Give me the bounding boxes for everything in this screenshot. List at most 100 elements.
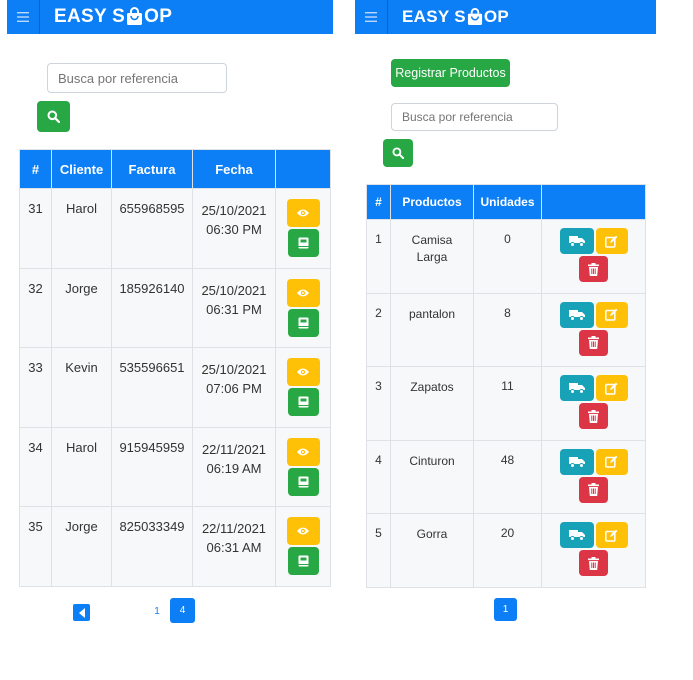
search-icon: [47, 110, 60, 123]
cell-actions: [275, 506, 331, 587]
col-header-id: #: [366, 184, 391, 220]
fecha-time: 06:31 AM: [206, 540, 262, 555]
invoice-button[interactable]: [287, 229, 319, 257]
delete-button[interactable]: [579, 476, 608, 503]
edit-icon: [605, 235, 618, 248]
col-header-id: #: [19, 149, 52, 189]
edit-button[interactable]: [595, 375, 628, 401]
delivery-button[interactable]: [559, 448, 594, 475]
menu-toggle[interactable]: [7, 0, 40, 34]
cell-factura: 915945959: [111, 426, 193, 507]
page-1-button[interactable]: 1: [494, 598, 517, 621]
invoices-table: # Cliente Factura Fecha 31 Harol 655968595…: [19, 149, 331, 587]
search-button[interactable]: [383, 139, 413, 167]
cell-id: 2: [366, 292, 391, 367]
cell-id: 32: [19, 267, 52, 348]
view-button[interactable]: [286, 358, 320, 386]
invoice-button[interactable]: [287, 467, 319, 496]
navbar: EASY S OP: [7, 0, 333, 34]
edit-icon: [605, 529, 618, 542]
invoice-button[interactable]: [287, 308, 319, 337]
cell-id: 5: [366, 513, 391, 588]
table-row: 4 Cinturon 48: [366, 439, 646, 514]
truck-icon: [568, 383, 585, 394]
delete-button[interactable]: [579, 403, 608, 429]
edit-button[interactable]: [595, 301, 628, 328]
view-button[interactable]: [286, 437, 320, 466]
cell-producto: Cinturon: [390, 439, 474, 514]
action-row-bottom: [543, 329, 644, 356]
cell-cliente: Jorge: [51, 506, 112, 587]
fecha-date: 25/10/2021: [201, 282, 267, 298]
edit-button[interactable]: [595, 228, 628, 254]
search-button[interactable]: [37, 101, 70, 132]
cell-fecha: 25/10/2021 06:30 PM: [192, 188, 276, 269]
delivery-button[interactable]: [559, 522, 594, 548]
trash-icon: [588, 483, 599, 496]
action-row-bottom: [543, 256, 644, 282]
trash-icon: [588, 262, 599, 276]
table-row: 31 Harol 655968595 25/10/2021 06:30 PM: [19, 188, 331, 269]
delete-button[interactable]: [579, 256, 608, 282]
cell-cliente: Kevin: [51, 347, 112, 428]
view-button[interactable]: [286, 199, 320, 227]
register-products-button[interactable]: Registrar Productos: [391, 59, 510, 87]
trash-icon: [588, 556, 599, 570]
delete-button[interactable]: [579, 329, 608, 356]
truck-icon: [568, 236, 585, 247]
cell-unidades: 0: [473, 219, 542, 294]
menu-toggle[interactable]: [355, 0, 388, 34]
cell-unidades: 8: [473, 292, 542, 367]
edit-button[interactable]: [595, 448, 628, 475]
delivery-button[interactable]: [559, 375, 594, 401]
brand-logo[interactable]: EASY S OP: [54, 6, 172, 28]
book-icon: [298, 555, 308, 567]
cell-fecha: 22/11/2021 06:31 AM: [192, 506, 276, 587]
brand-logo[interactable]: EASY S OP: [402, 7, 509, 27]
truck-icon: [568, 309, 585, 321]
col-header-actions: [541, 184, 646, 220]
brand-text-end: OP: [483, 7, 510, 26]
cell-actions: [541, 513, 646, 588]
cell-fecha: 25/10/2021 06:31 PM: [192, 267, 276, 348]
cell-id: 1: [366, 219, 391, 294]
cell-id: 31: [19, 188, 52, 269]
cell-factura: 655968595: [111, 188, 193, 269]
view-button[interactable]: [286, 517, 320, 545]
prev-page-button[interactable]: [73, 604, 90, 621]
search-input[interactable]: [391, 103, 558, 131]
truck-icon: [568, 530, 585, 541]
book-icon: [298, 476, 308, 487]
fecha-date: 25/10/2021: [201, 362, 267, 377]
shopping-bag-icon: [467, 7, 482, 25]
cell-id: 3: [366, 366, 391, 441]
invoice-button[interactable]: [287, 547, 319, 575]
col-header-unidades: Unidades: [473, 184, 542, 220]
search-input[interactable]: [47, 63, 227, 93]
fecha-time: 07:06 PM: [206, 381, 262, 396]
invoice-button[interactable]: [287, 388, 319, 416]
producto-line-1: Gorra: [416, 527, 448, 541]
cell-cliente: Harol: [51, 188, 112, 269]
table-row: 35 Jorge 825033349 22/11/2021 06:31 AM: [19, 506, 331, 587]
cell-unidades: 11: [473, 366, 542, 441]
table-row: 5 Gorra 20: [366, 513, 646, 588]
page-1-button[interactable]: 1: [149, 600, 165, 622]
shopping-bag-icon: [127, 7, 143, 25]
delivery-button[interactable]: [559, 301, 594, 328]
eye-icon: [297, 289, 309, 296]
table-header-row: # Cliente Factura Fecha: [19, 149, 331, 189]
view-button[interactable]: [286, 278, 320, 307]
page-4-button[interactable]: 4: [170, 598, 195, 623]
cell-factura: 185926140: [111, 267, 193, 348]
action-row-top: [543, 301, 644, 328]
truck-icon: [568, 456, 585, 468]
fecha-time: 06:30 PM: [206, 222, 262, 237]
cell-fecha: 22/11/2021 06:19 AM: [192, 426, 276, 507]
col-header-productos: Productos: [390, 184, 474, 220]
delivery-button[interactable]: [559, 228, 594, 254]
edit-icon: [605, 308, 618, 321]
cell-producto: Gorra: [390, 513, 474, 588]
delete-button[interactable]: [579, 550, 608, 576]
edit-button[interactable]: [595, 522, 628, 548]
